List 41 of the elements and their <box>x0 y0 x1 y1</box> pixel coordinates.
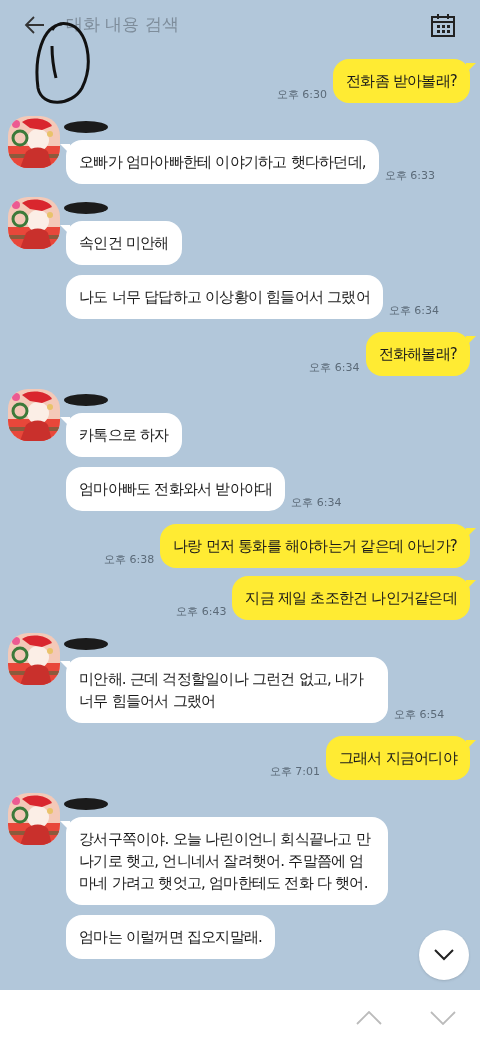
bubble-tail <box>60 417 70 427</box>
scroll-down-button[interactable] <box>419 930 469 980</box>
redaction-mark <box>64 120 108 134</box>
sent-message-bubble: 전화좀 받아볼래? <box>333 59 470 103</box>
received-message-bubble: 엄마는 이럴꺼면 집오지말래. <box>66 915 276 959</box>
message-time: 오후 6:54 <box>394 708 445 722</box>
calendar-icon[interactable] <box>430 12 456 38</box>
received-message-bubble: 나도 너무 답답하고 이상황이 힘들어서 그랬어 <box>66 275 383 319</box>
sent-message-bubble: 지금 제일 초조한건 나인거같은데 <box>232 576 470 620</box>
sent-message-bubble: 그래서 지금어디야 <box>325 736 470 780</box>
message-time: 오후 6:33 <box>384 169 436 183</box>
received-message-bubble: 오빠가 엄마아빠한테 이야기하고 햇다하던데, <box>66 140 379 184</box>
redaction-mark <box>64 201 108 215</box>
bubble-tail <box>466 580 476 590</box>
message-time: 오후 7:01 <box>269 765 320 779</box>
message-time: 오후 6:30 <box>276 88 327 102</box>
bubble-tail <box>60 821 70 831</box>
message-time: 오후 6:43 <box>176 605 227 619</box>
redaction-mark <box>64 637 108 651</box>
received-message-bubble: 강서구쪽이야. 오늘 나린이언니 회식끝나고 만나기로 햇고, 언니네서 잘려햇어. 주말쯤에 엄마네 가려고 햇엇고, 엄마한테도 전화 다 햇어. <box>66 817 388 905</box>
received-message-bubble: 미안해. 근데 걱정할일이나 그런건 없고, 내가 너무 힘들어서 그랬어 <box>66 657 388 723</box>
redaction-mark <box>64 393 108 407</box>
bubble-tail <box>60 661 70 671</box>
bubble-tail <box>466 63 476 73</box>
message-time: 오후 6:38 <box>104 553 155 567</box>
message-time: 오후 6:34 <box>388 304 440 318</box>
bubble-tail <box>60 225 70 235</box>
bubble-tail <box>60 144 70 154</box>
received-message-bubble: 속인건 미안해 <box>66 221 182 265</box>
redaction-mark <box>64 797 108 811</box>
bubble-tail <box>466 336 476 346</box>
back-icon[interactable] <box>24 14 46 36</box>
bubble-tail <box>466 528 476 538</box>
sent-message-bubble: 나랑 먼저 통화를 해야하는거 같은데 아닌가? <box>160 524 470 568</box>
message-time: 오후 6:34 <box>291 496 342 510</box>
message-time: 오후 6:34 <box>309 361 360 375</box>
received-message-bubble: 엄마아빠도 전화와서 받아야대 <box>66 467 286 511</box>
sent-message-bubble: 전화해볼래? <box>365 332 470 376</box>
bubble-tail <box>466 740 476 750</box>
received-message-bubble: 카톡으로 하자 <box>66 413 182 457</box>
chevron-down-icon <box>434 949 454 961</box>
